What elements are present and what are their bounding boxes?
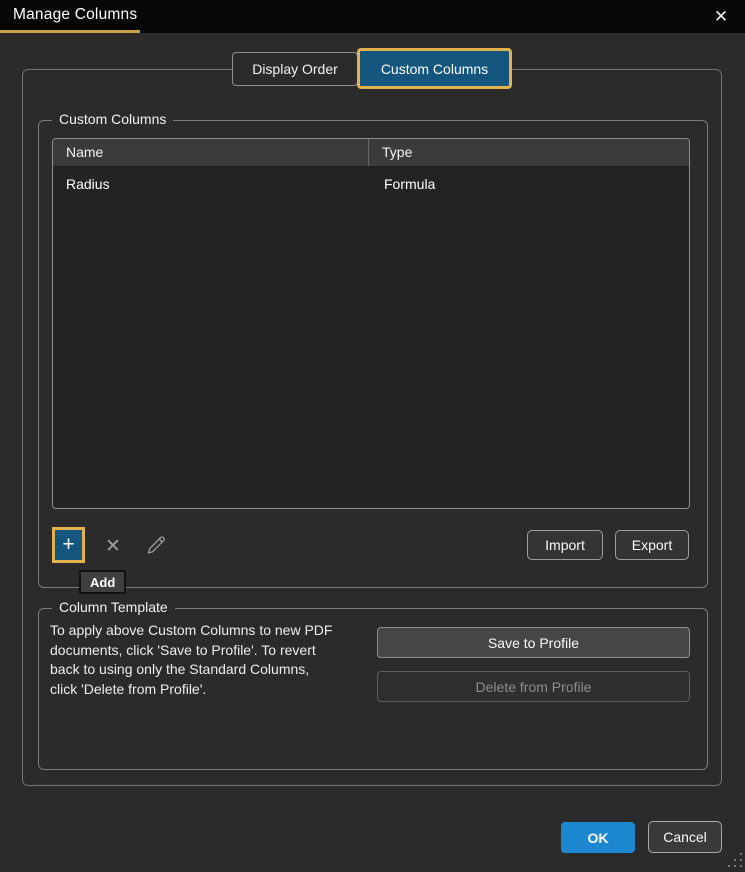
add-tooltip: Add [79, 570, 127, 594]
title-accent-underline [0, 30, 140, 33]
export-button-label: Export [631, 537, 673, 553]
custom-columns-table: Name Type Radius Formula [52, 138, 690, 509]
page-title: Manage Columns [13, 6, 138, 23]
column-template-group-label: Column Template [52, 599, 175, 615]
delete-from-profile-label: Delete from Profile [475, 678, 592, 695]
cell-type: Formula [384, 175, 436, 192]
save-to-profile-button[interactable]: Save to Profile [377, 627, 690, 658]
add-tooltip-label: Add [90, 574, 116, 590]
column-header-name[interactable]: Name [53, 139, 369, 166]
tab-display-order[interactable]: Display Order [232, 52, 358, 86]
cancel-button-label: Cancel [663, 829, 707, 845]
tab-custom-columns[interactable]: Custom Columns [357, 48, 512, 89]
pencil-icon [144, 533, 168, 557]
table-row[interactable]: Radius Formula [53, 167, 689, 200]
delete-x-icon: ✕ [105, 535, 121, 557]
ok-button[interactable]: OK [561, 822, 635, 853]
close-button[interactable]: ✕ [707, 3, 735, 30]
delete-from-profile-button[interactable]: Delete from Profile [377, 671, 690, 702]
close-icon: ✕ [713, 6, 729, 26]
import-button-label: Import [545, 537, 585, 553]
save-to-profile-label: Save to Profile [487, 634, 580, 651]
table-header-row: Name Type [53, 139, 689, 167]
column-template-description: To apply above Custom Columns to new PDF… [50, 622, 333, 697]
tab-custom-columns-label: Custom Columns [380, 60, 489, 77]
custom-columns-group-label: Custom Columns [52, 111, 174, 127]
delete-button[interactable]: ✕ [100, 533, 126, 559]
edit-button[interactable] [141, 530, 171, 560]
cell-name: Radius [66, 175, 110, 192]
cancel-button[interactable]: Cancel [648, 821, 722, 853]
manage-columns-dialog: Manage Columns ✕ Display Order Custom Co… [0, 0, 745, 872]
resize-grip[interactable] [726, 851, 742, 867]
tab-display-order-label: Display Order [252, 61, 338, 77]
export-button[interactable]: Export [615, 530, 689, 560]
ok-button-label: OK [587, 829, 609, 846]
add-button[interactable]: + [52, 527, 85, 563]
plus-icon: + [62, 533, 75, 556]
title-bar: Manage Columns ✕ [0, 0, 745, 33]
import-button[interactable]: Import [527, 530, 603, 560]
column-header-type[interactable]: Type [369, 139, 689, 166]
